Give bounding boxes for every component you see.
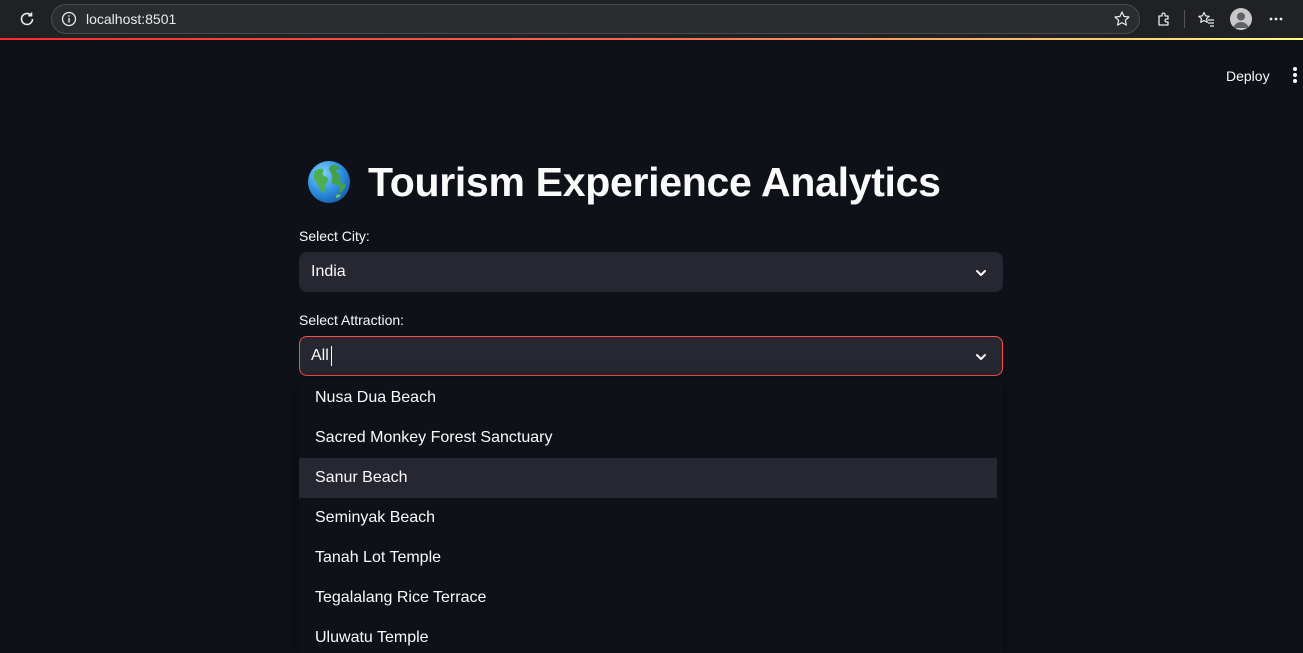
page-title: Tourism Experience Analytics xyxy=(368,158,941,205)
city-select-value: India xyxy=(311,263,346,280)
dropdown-option[interactable]: Sacred Monkey Forest Sanctuary xyxy=(299,418,997,458)
page-title-row: Tourism Experience Analytics xyxy=(306,156,941,208)
running-indicator xyxy=(0,38,1303,40)
globe-icon xyxy=(308,161,350,203)
address-bar[interactable]: localhost:8501 xyxy=(51,4,1140,34)
dropdown-option[interactable]: Tanah Lot Temple xyxy=(299,538,997,578)
attraction-select[interactable]: All xyxy=(299,336,1003,376)
bookmark-star-icon[interactable] xyxy=(1113,10,1131,28)
chevron-down-icon[interactable] xyxy=(974,350,988,364)
dropdown-option[interactable]: Nusa Dua Beach xyxy=(299,378,997,418)
dropdown-option[interactable]: Seminyak Beach xyxy=(299,498,997,538)
reload-icon[interactable] xyxy=(17,9,37,29)
dropdown-option[interactable]: Tegalalang Rice Terrace xyxy=(299,578,997,618)
more-options-icon[interactable] xyxy=(1266,9,1286,29)
toolbar-divider xyxy=(1184,10,1185,28)
city-select-label: Select City: xyxy=(299,228,370,244)
site-info-icon[interactable] xyxy=(61,11,77,27)
deploy-button[interactable]: Deploy xyxy=(1218,64,1278,88)
chevron-down-icon[interactable] xyxy=(974,266,988,280)
dropdown-option-highlighted[interactable]: Sanur Beach xyxy=(299,458,997,498)
text-cursor xyxy=(330,346,332,366)
attraction-select-value[interactable]: All xyxy=(311,347,329,365)
profile-avatar[interactable] xyxy=(1230,8,1252,30)
city-select[interactable]: India xyxy=(299,252,1003,292)
browser-toolbar: localhost:8501 xyxy=(0,0,1303,38)
favorites-icon[interactable] xyxy=(1196,9,1216,29)
url-text: localhost:8501 xyxy=(86,11,177,27)
attraction-dropdown-list: Nusa Dua Beach Sacred Monkey Forest Sanc… xyxy=(299,378,1003,653)
extensions-icon[interactable] xyxy=(1154,9,1174,29)
attraction-select-label: Select Attraction: xyxy=(299,312,405,328)
dropdown-option[interactable]: Uluwatu Temple xyxy=(299,618,997,653)
main-menu-icon[interactable] xyxy=(1288,66,1302,86)
